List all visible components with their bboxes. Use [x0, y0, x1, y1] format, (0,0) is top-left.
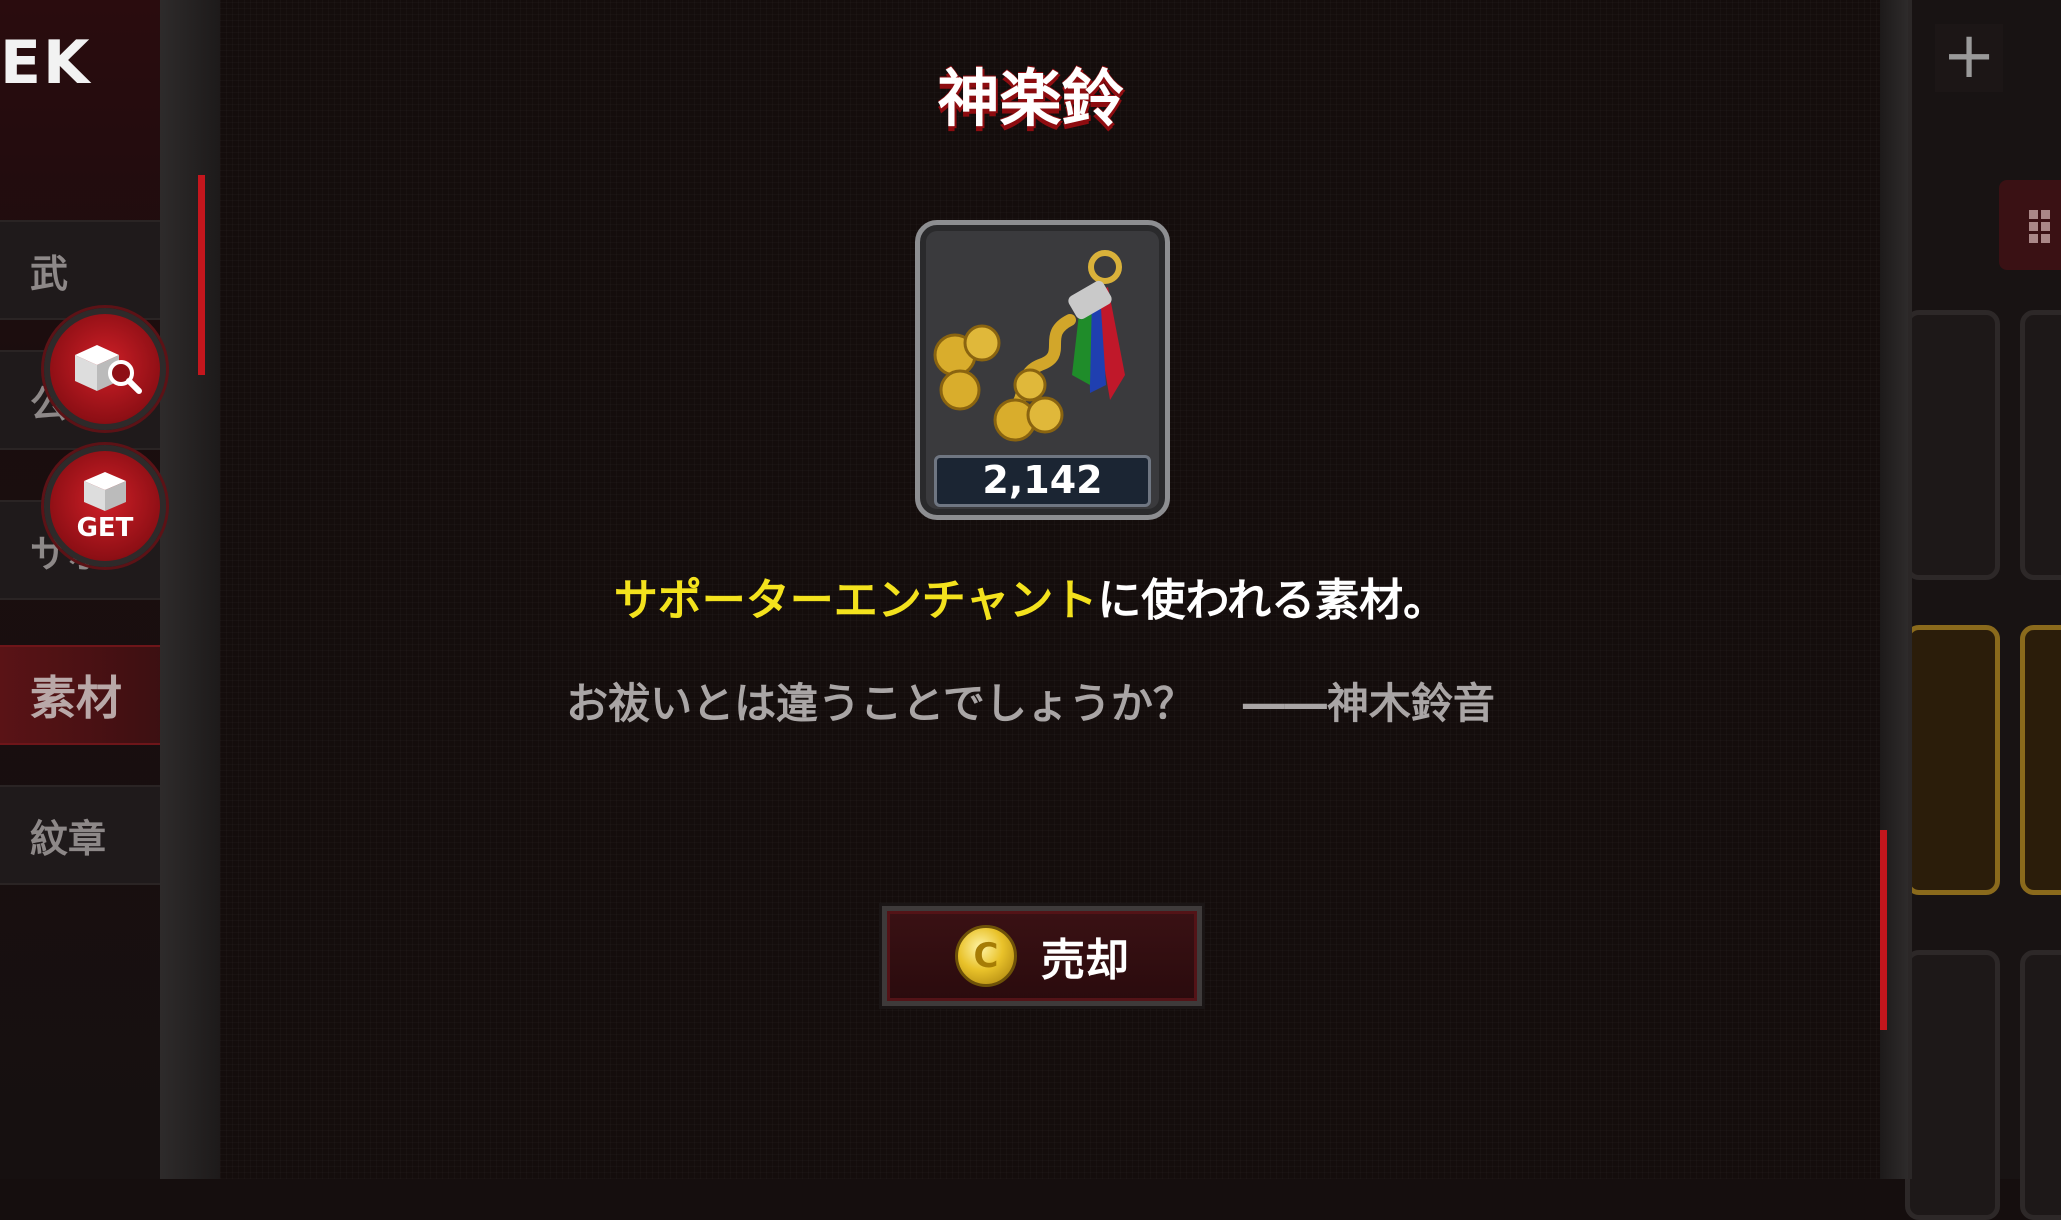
modal-accent-right	[1880, 830, 1887, 1030]
description-text: に使われる素材。	[1097, 575, 1448, 626]
bg-tab-label: 武	[30, 251, 69, 296]
flavor-quote: お祓いとは違うことでしょうか？	[566, 679, 1195, 728]
item-tile: 2,142	[915, 220, 1170, 520]
bg-item-card[interactable]	[1905, 950, 2000, 1220]
sell-label: 売却	[1041, 935, 1129, 986]
get-label: GET	[76, 513, 134, 543]
flavor-attribution: ――神木鈴音	[1242, 679, 1495, 728]
bg-item-card[interactable]	[1905, 310, 2000, 580]
bg-item-card[interactable]	[2020, 310, 2061, 580]
box-icon	[78, 469, 132, 517]
item-search-button[interactable]	[44, 308, 166, 430]
bg-item-card[interactable]	[2020, 625, 2061, 895]
bg-item-card[interactable]	[1905, 625, 2000, 895]
grid-view-button[interactable]	[1999, 180, 2061, 270]
box-magnifier-icon	[67, 337, 143, 401]
bg-tab-weapon[interactable]: 武	[0, 220, 175, 320]
description-highlight: サポーターエンチャント	[613, 575, 1098, 626]
coin-glyph: C	[973, 936, 999, 976]
bg-tab-emblem[interactable]: 紋章	[0, 785, 175, 885]
sell-button[interactable]: C 売却	[882, 906, 1202, 1006]
item-description: サポーターエンチャントに使われる素材。	[0, 564, 2061, 628]
item-count: 2,142	[934, 455, 1151, 507]
modal-accent-left	[198, 175, 205, 375]
get-button[interactable]: GET	[44, 445, 166, 567]
coin-icon: C	[955, 925, 1017, 987]
bg-item-card[interactable]	[2020, 950, 2061, 1220]
bg-tab-label: 紋章	[30, 816, 107, 861]
item-flavor-text: お祓いとは違うことでしょうか？ ――神木鈴音	[0, 670, 2061, 731]
item-title: 神楽鈴	[937, 62, 1124, 135]
